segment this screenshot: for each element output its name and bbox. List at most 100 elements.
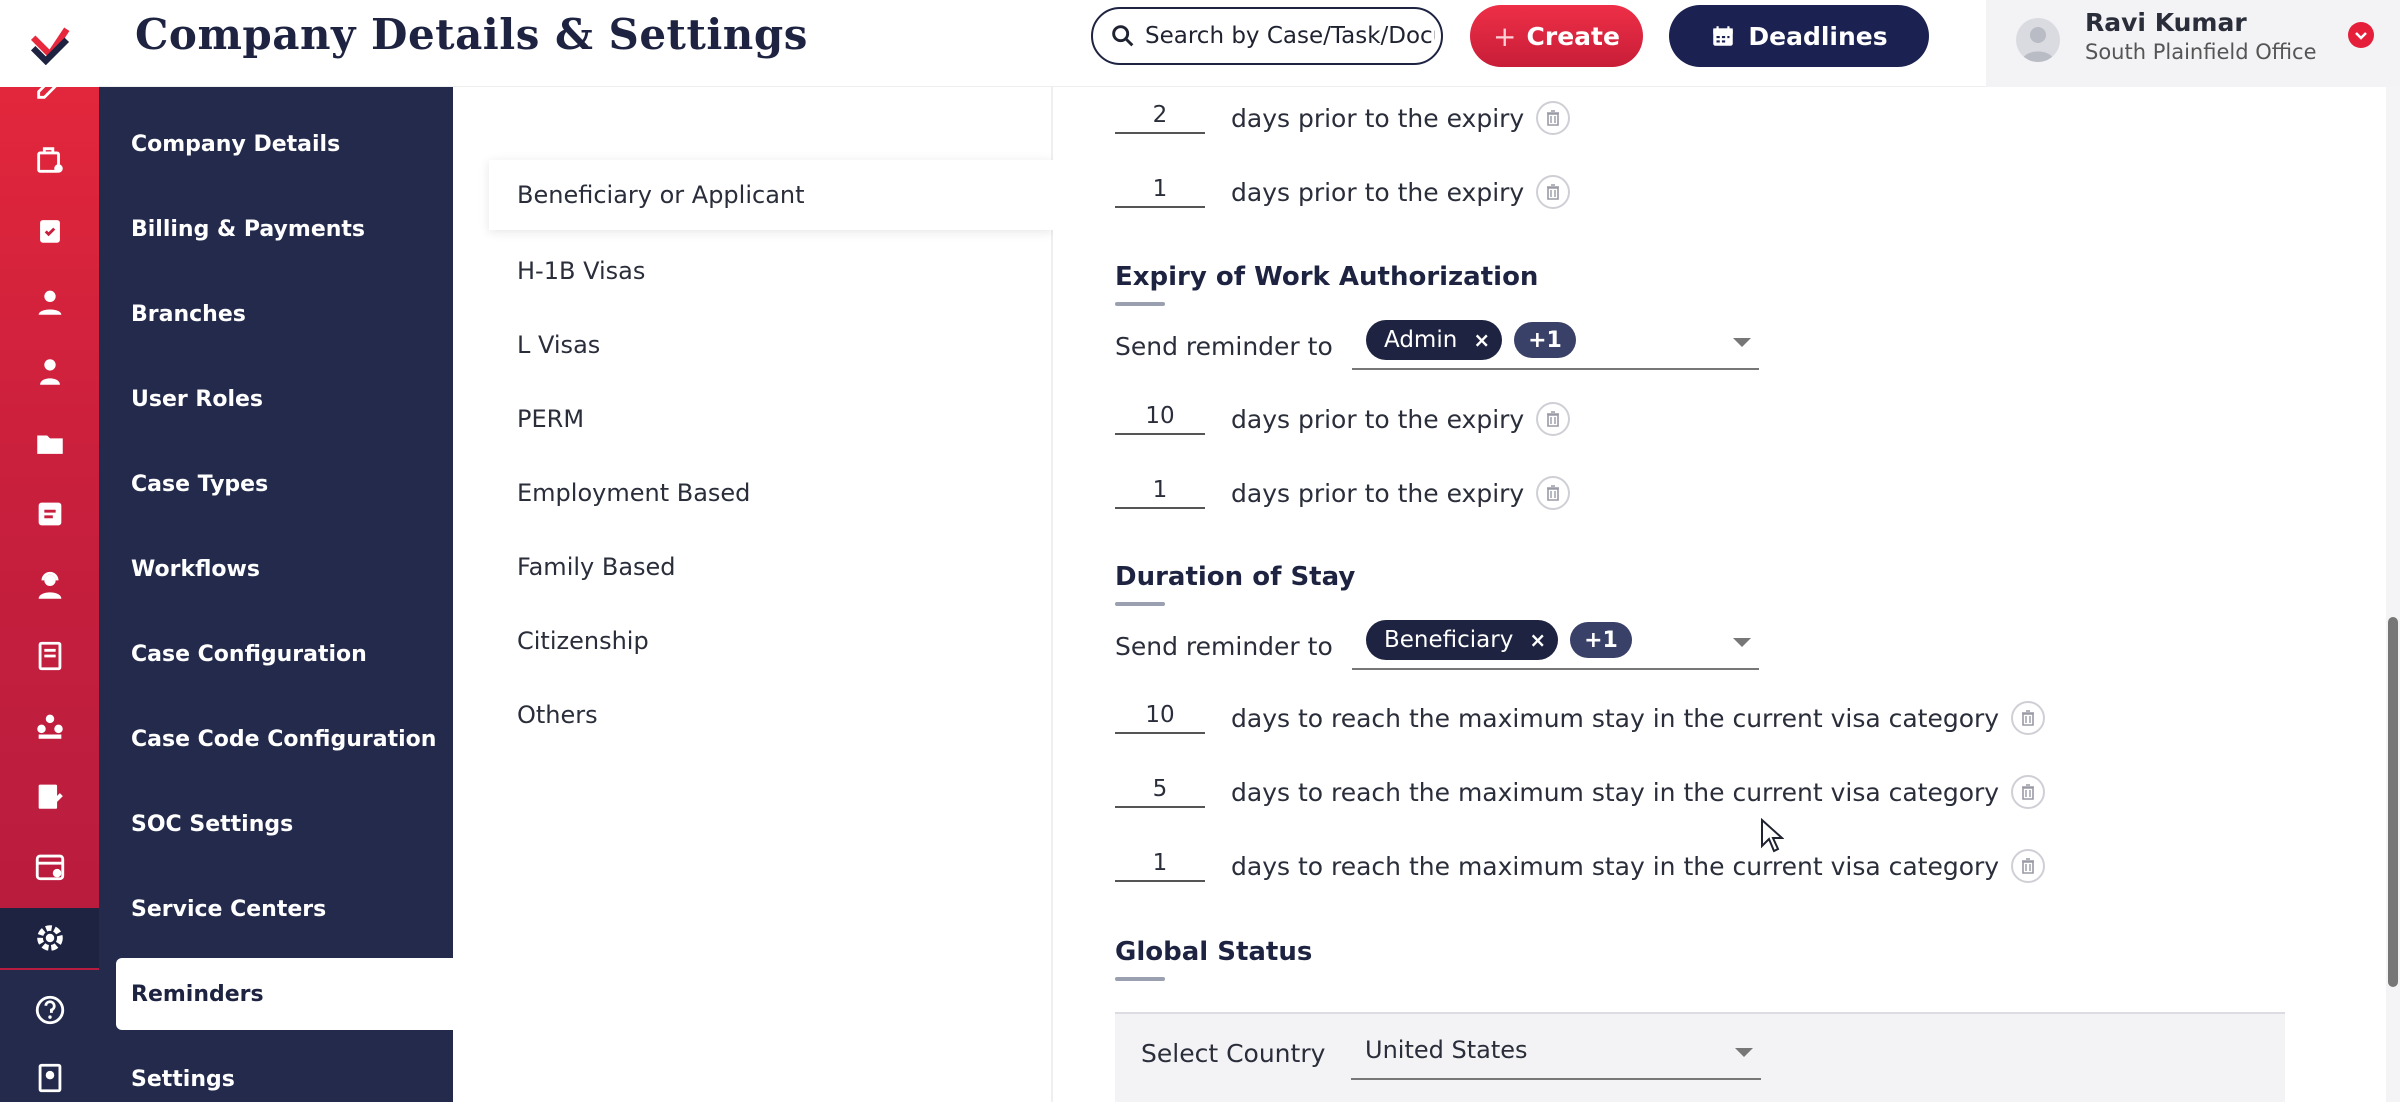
trash-icon[interactable] (1536, 476, 1571, 510)
deadlines-button[interactable]: Deadlines (1669, 5, 1929, 67)
briefcase-icon[interactable] (0, 130, 99, 190)
plus-icon: + (1493, 19, 1517, 53)
agent-icon[interactable] (0, 556, 99, 616)
close-icon[interactable]: × (1529, 628, 1546, 652)
more-count-badge[interactable]: +1 (1570, 622, 1632, 658)
subnav-item-l-visas[interactable]: L Visas (517, 331, 600, 359)
row-text: days to reach the maximum stay in the cu… (1231, 851, 2000, 881)
team-icon[interactable] (0, 696, 99, 756)
scrollbar[interactable] (2386, 87, 2400, 1102)
sidebar-item-service-centers[interactable]: Service Centers (99, 873, 453, 945)
reminder-row: 2 days prior to the expiry (1115, 96, 1571, 140)
trash-icon[interactable] (2011, 775, 2046, 809)
subnav-item-others[interactable]: Others (517, 701, 598, 729)
chevron-down-icon[interactable] (1735, 1048, 1753, 1057)
calendar-icon[interactable] (0, 836, 99, 896)
reminder-settings-panel: 2 days prior to the expiry 1 days prior … (1053, 87, 2400, 1102)
page-title: Company Details & Settings (135, 10, 808, 59)
days-input[interactable]: 2 (1115, 102, 1205, 134)
section-underline (1115, 302, 1165, 306)
days-input[interactable]: 1 (1115, 477, 1205, 509)
user-office: South Plainfield Office (2085, 40, 2317, 64)
close-icon[interactable]: × (1473, 328, 1490, 352)
sidebar-item-company-details[interactable]: Company Details (99, 108, 453, 180)
section-underline (1115, 602, 1165, 606)
deadlines-label: Deadlines (1748, 21, 1888, 51)
recipient-chip[interactable]: Admin × (1366, 320, 1503, 360)
reminder-row: 5 days to reach the maximum stay in the … (1115, 770, 2046, 814)
sidebar-item-branches[interactable]: Branches (99, 278, 453, 350)
create-button[interactable]: + Create (1470, 5, 1643, 67)
sidebar-item-soc-settings[interactable]: SOC Settings (99, 788, 453, 860)
reminder-row: 1 days to reach the maximum stay in the … (1115, 844, 2046, 888)
days-input[interactable]: 1 (1115, 850, 1205, 882)
search-icon (1112, 25, 1134, 47)
days-input[interactable]: 5 (1115, 776, 1205, 808)
clipboard-icon[interactable] (0, 200, 99, 260)
row-text: days to reach the maximum stay in the cu… (1231, 777, 2000, 807)
sidebar-item-billing[interactable]: Billing & Payments (99, 193, 453, 265)
top-header: Company Details & Settings + Create Dead… (99, 0, 2400, 87)
sidebar-item-settings[interactable]: Settings (99, 1043, 453, 1115)
subnav-item-citizenship[interactable]: Citizenship (517, 627, 649, 655)
sidebar-item-case-code-configuration[interactable]: Case Code Configuration (99, 703, 453, 775)
folder-icon[interactable] (0, 414, 99, 474)
section-title-duration-of-stay: Duration of Stay (1115, 562, 1356, 592)
sidebar-item-workflows[interactable]: Workflows (99, 533, 453, 605)
recipient-chip[interactable]: Beneficiary × (1366, 620, 1559, 660)
sidebar-item-case-configuration[interactable]: Case Configuration (99, 618, 453, 690)
trash-icon[interactable] (2011, 849, 2046, 883)
trash-icon[interactable] (1536, 402, 1571, 436)
person-icon[interactable] (0, 342, 99, 402)
chevron-down-icon[interactable] (1733, 638, 1751, 647)
edit-icon[interactable] (0, 68, 99, 104)
send-reminder-label: Send reminder to (1115, 632, 1333, 661)
send-reminder-label: Send reminder to (1115, 332, 1333, 361)
days-input[interactable]: 10 (1115, 403, 1205, 435)
user-menu[interactable]: Ravi Kumar South Plainfield Office (1986, 0, 2400, 87)
subnav-item-perm[interactable]: PERM (517, 405, 584, 433)
chip-label: Admin (1384, 327, 1458, 353)
scrollbar-thumb[interactable] (2388, 617, 2398, 987)
section-underline (1115, 977, 1165, 981)
days-input[interactable]: 1 (1115, 176, 1205, 208)
reminder-category-nav: Beneficiary or Applicant H-1B Visas L Vi… (453, 87, 1053, 1102)
sidebar-item-reminders[interactable]: Reminders (116, 958, 453, 1030)
trash-icon[interactable] (2011, 701, 2046, 735)
section-title-global-status: Global Status (1115, 937, 1313, 967)
subnav-item-family[interactable]: Family Based (517, 553, 676, 581)
row-text: days prior to the expiry (1231, 404, 1525, 434)
gear-icon[interactable] (0, 908, 99, 968)
mouse-cursor-icon (1761, 818, 1784, 853)
subnav-item-beneficiary[interactable]: Beneficiary or Applicant (489, 160, 1053, 230)
icon-rail (0, 0, 99, 1102)
country-label: Select Country (1141, 1039, 1326, 1068)
country-select[interactable]: United States (1351, 1024, 1761, 1080)
search-input[interactable] (1145, 23, 1435, 49)
book-icon[interactable] (0, 626, 99, 686)
search-box[interactable] (1091, 7, 1443, 65)
recipient-select[interactable]: Beneficiary × +1 (1352, 612, 1759, 670)
form-icon[interactable] (0, 766, 99, 826)
help-icon[interactable] (0, 980, 99, 1040)
note-icon[interactable] (0, 484, 99, 544)
avatar (2016, 18, 2060, 62)
subnav-item-employment[interactable]: Employment Based (517, 479, 750, 507)
reminder-row: 1 days prior to the expiry (1115, 471, 1571, 515)
days-input[interactable]: 10 (1115, 702, 1205, 734)
trash-icon[interactable] (1536, 101, 1571, 135)
create-label: Create (1526, 21, 1620, 51)
chevron-down-icon[interactable] (2348, 22, 2374, 48)
logo-icon (30, 27, 69, 65)
chevron-down-icon[interactable] (1733, 338, 1751, 347)
trash-icon[interactable] (1536, 175, 1571, 209)
country-filter-bar: Select Country United States (1115, 1012, 2285, 1102)
user-icon[interactable] (0, 272, 99, 332)
sidebar-item-case-types[interactable]: Case Types (99, 448, 453, 520)
sidebar-item-user-roles[interactable]: User Roles (99, 363, 453, 435)
ledger-icon[interactable] (0, 1048, 99, 1108)
user-name: Ravi Kumar (2085, 8, 2247, 37)
subnav-item-h1b[interactable]: H-1B Visas (517, 257, 645, 285)
recipient-select[interactable]: Admin × +1 (1352, 312, 1759, 370)
more-count-badge[interactable]: +1 (1514, 322, 1576, 358)
